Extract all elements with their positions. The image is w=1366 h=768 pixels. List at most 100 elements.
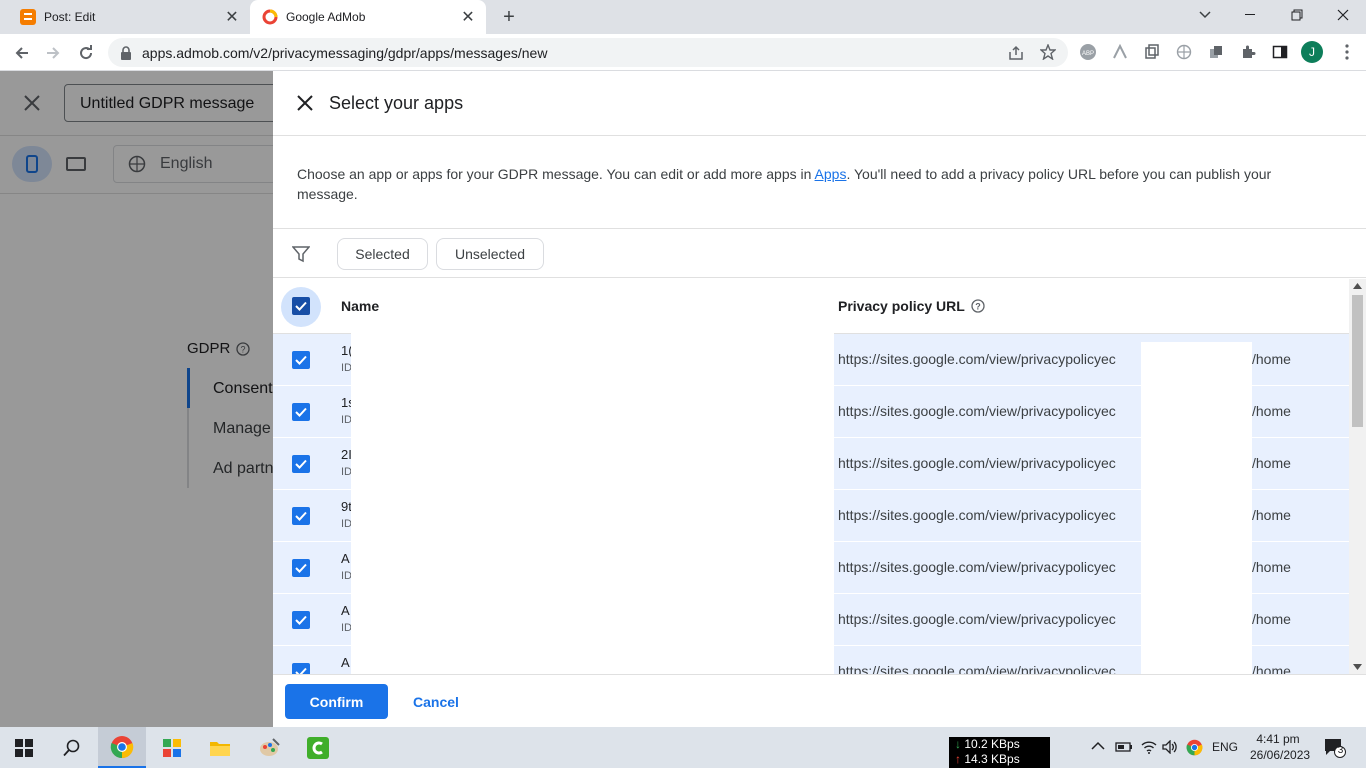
address-bar[interactable]: apps.admob.com/v2/privacymessaging/gdpr/… (108, 38, 1068, 67)
clock-time: 4:41 pm (1256, 732, 1300, 746)
help-icon[interactable]: ? (971, 299, 985, 313)
upload-speed: 14.3 KBps (964, 752, 1020, 766)
privacy-url: https://sites.google.com/view/privacypol… (838, 611, 1116, 627)
filter-selected-chip[interactable]: Selected (337, 238, 428, 270)
tab-search-icon[interactable] (1182, 0, 1228, 30)
close-tab-icon[interactable]: ✕ (458, 7, 478, 27)
admob-icon (262, 9, 278, 25)
table-scrollbar[interactable] (1349, 279, 1366, 674)
extension-a-icon[interactable] (1111, 43, 1129, 61)
privacy-url: https://sites.google.com/view/privacypol… (838, 559, 1116, 575)
tab-title: Google AdMob (286, 10, 366, 24)
row-checkbox[interactable] (292, 455, 310, 473)
app-name: A (341, 603, 350, 618)
scroll-up-arrow-icon[interactable] (1353, 283, 1362, 289)
menu-kebab-icon[interactable] (1338, 43, 1356, 61)
privacy-header-text: Privacy policy URL (838, 298, 965, 314)
clock[interactable]: 4:41 pm 26/06/2023 (1250, 731, 1311, 763)
lock-icon[interactable] (120, 45, 132, 60)
tab-post-edit[interactable]: Post: Edit ✕ (0, 0, 250, 34)
cancel-button[interactable]: Cancel (405, 684, 467, 719)
privacy-url: https://sites.google.com/view/privacypol… (838, 455, 1116, 471)
chrome-taskbar-icon[interactable] (98, 727, 146, 768)
volume-icon[interactable] (1162, 740, 1178, 754)
paint-icon[interactable] (246, 727, 294, 768)
clock-date: 26/06/2023 (1250, 748, 1311, 762)
side-panel-icon[interactable] (1271, 43, 1289, 61)
description-text: Choose an app or apps for your GDPR mess… (297, 166, 815, 182)
browser-tab-bar: Post: Edit ✕ Google AdMob ✕ + (0, 0, 1366, 34)
column-header-privacy[interactable]: Privacy policy URL ? (838, 298, 985, 314)
input-language[interactable]: ENG (1212, 740, 1238, 754)
network-speed-widget: ↓ 10.2 KBps ↑ 14.3 KBps (949, 737, 1050, 768)
confirm-button[interactable]: Confirm (285, 684, 388, 719)
app-puzzle-taskbar-icon[interactable] (148, 727, 196, 768)
row-checkbox[interactable] (292, 507, 310, 525)
back-arrow-icon[interactable] (9, 40, 35, 66)
privacy-url: https://sites.google.com/view/privacypol… (838, 351, 1116, 367)
tab-title: Post: Edit (44, 10, 96, 24)
panel-title: Select your apps (329, 93, 464, 113)
table-header: Name Privacy policy URL ? (273, 279, 1349, 334)
scrollbar-thumb[interactable] (1352, 295, 1363, 427)
app-name: A (341, 551, 350, 566)
column-header-name[interactable]: Name (341, 298, 379, 314)
close-tab-icon[interactable]: ✕ (222, 7, 242, 27)
forward-arrow-icon[interactable] (40, 40, 66, 66)
extensions-puzzle-icon[interactable] (1239, 43, 1257, 61)
url-text: apps.admob.com/v2/privacymessaging/gdpr/… (142, 44, 548, 61)
minimize-button[interactable] (1228, 0, 1274, 30)
privacy-url-suffix: /home (1252, 403, 1291, 419)
row-checkbox[interactable] (292, 351, 310, 369)
extension-stack-icon[interactable] (1207, 43, 1225, 61)
privacy-url: https://sites.google.com/view/privacypol… (838, 507, 1116, 523)
row-checkbox[interactable] (292, 611, 310, 629)
row-checkbox[interactable] (292, 403, 310, 421)
profile-avatar[interactable]: J (1301, 41, 1323, 63)
extension-copy-icon[interactable] (1143, 43, 1161, 61)
privacy-url-suffix: /home (1252, 663, 1291, 674)
panel-description: Choose an app or apps for your GDPR mess… (297, 164, 1307, 204)
browser-toolbar: apps.admob.com/v2/privacymessaging/gdpr/… (0, 34, 1366, 71)
new-tab-button[interactable]: + (498, 6, 520, 28)
share-icon[interactable] (1008, 45, 1024, 61)
notification-center-icon[interactable]: 3 (1324, 738, 1346, 758)
redacted-area (1141, 342, 1252, 674)
download-speed: 10.2 KBps (964, 737, 1020, 751)
filter-bar: Selected Unselected (273, 228, 1366, 278)
chevron-up-icon[interactable] (1091, 741, 1105, 751)
privacy-url: https://sites.google.com/view/privacypol… (838, 403, 1116, 419)
privacy-url-suffix: /home (1252, 455, 1291, 471)
privacy-url: https://sites.google.com/view/privacypol… (838, 663, 1116, 674)
reload-icon[interactable] (73, 40, 99, 66)
page-content: Untitled GDPR message English GDPR ? Con… (0, 71, 1366, 727)
camtasia-icon[interactable] (294, 727, 342, 768)
battery-icon[interactable] (1115, 740, 1133, 754)
extension-globe-icon[interactable] (1175, 43, 1193, 61)
wifi-icon[interactable] (1141, 740, 1157, 754)
chrome-tray-icon[interactable] (1186, 739, 1203, 756)
panel-header: Select your apps (273, 71, 1366, 136)
privacy-url-suffix: /home (1252, 559, 1291, 575)
tab-google-admob[interactable]: Google AdMob ✕ (250, 0, 486, 34)
app-name: A (341, 655, 350, 670)
select-all-checkbox[interactable] (292, 297, 310, 315)
filter-unselected-chip[interactable]: Unselected (436, 238, 544, 270)
bookmark-star-icon[interactable] (1040, 44, 1056, 60)
filter-icon[interactable] (292, 245, 310, 263)
privacy-url-suffix: /home (1252, 507, 1291, 523)
search-icon[interactable] (48, 727, 96, 768)
apps-link[interactable]: Apps (815, 166, 847, 182)
row-checkbox[interactable] (292, 663, 310, 674)
privacy-url-suffix: /home (1252, 351, 1291, 367)
scroll-down-arrow-icon[interactable] (1353, 664, 1362, 670)
row-checkbox[interactable] (292, 559, 310, 577)
restore-button[interactable] (1274, 0, 1320, 30)
svg-text:ABP: ABP (1082, 51, 1094, 57)
windows-start-icon[interactable] (0, 727, 48, 768)
file-explorer-icon[interactable] (196, 727, 244, 768)
adblock-icon[interactable]: ABP (1079, 43, 1097, 61)
select-apps-panel: Select your apps Choose an app or apps f… (273, 71, 1366, 727)
close-window-button[interactable] (1320, 0, 1366, 30)
close-panel-icon[interactable] (296, 94, 314, 112)
